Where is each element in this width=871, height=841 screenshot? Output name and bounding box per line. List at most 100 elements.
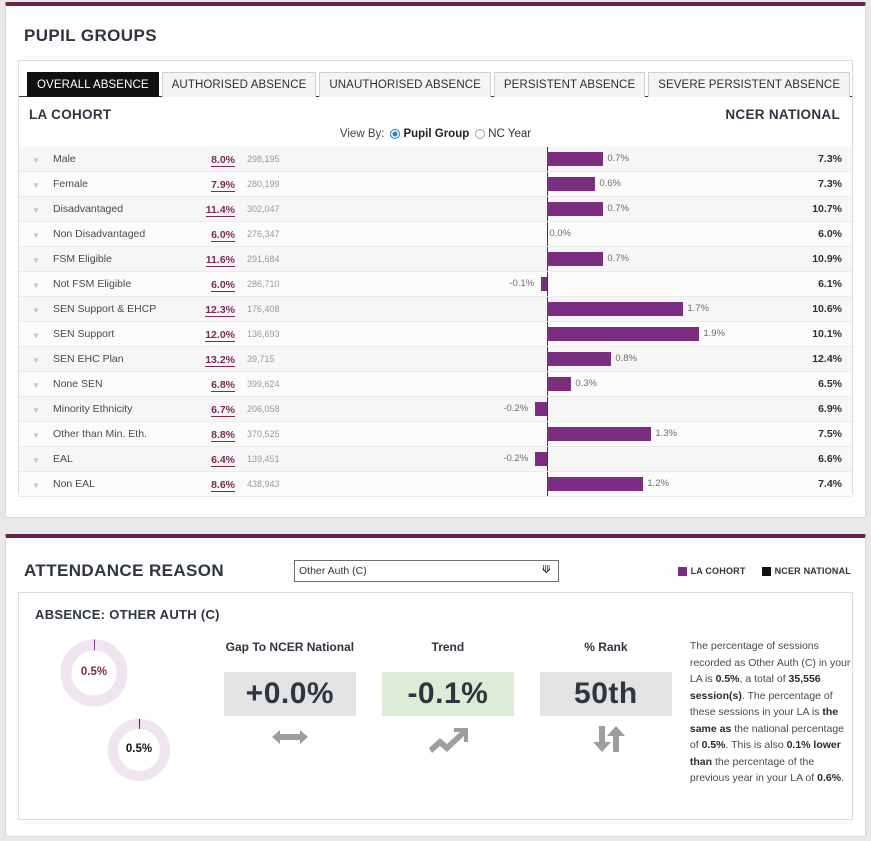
gap-bar-cell: 0.8% <box>303 346 764 372</box>
cohort-count: 136,693 <box>241 321 303 347</box>
tab-severe-persistent-absence[interactable]: SEVERE PERSISTENT ABSENCE <box>648 72 851 97</box>
la-percent-link[interactable]: 12.0% <box>205 329 235 342</box>
cohort-count: 291,684 <box>241 246 303 272</box>
la-percent-link[interactable]: 12.3% <box>205 304 235 317</box>
gap-bar-cell: -0.1% <box>303 271 764 297</box>
table-row: ▼ EAL 6.4% 139,451 -0.2% 6.6% <box>19 446 852 472</box>
tab-unauthorised-absence[interactable]: UNAUTHORISED ABSENCE <box>319 72 491 97</box>
tab-authorised-absence[interactable]: AUTHORISED ABSENCE <box>161 72 317 97</box>
la-percent-link[interactable]: 6.8% <box>211 379 235 392</box>
filter-icon[interactable]: ▼ <box>32 206 40 215</box>
la-percent-cell: 13.2% <box>183 346 241 372</box>
la-percent-cell: 12.3% <box>183 296 241 322</box>
filter-icon[interactable]: ▼ <box>32 356 40 365</box>
attendance-reason-select[interactable]: Other Auth (C) <box>294 560 559 582</box>
gap-bar-cell: 0.0% <box>303 221 764 247</box>
gap-bar-wrapper: 1.7% <box>303 297 764 321</box>
table-row: ▼ Disadvantaged 11.4% 302,047 0.7% 10.7% <box>19 196 852 222</box>
kpi-value: +0.0% <box>223 672 356 716</box>
filter-icon[interactable]: ▼ <box>32 431 40 440</box>
filter-icon[interactable]: ▼ <box>32 306 40 315</box>
gap-bar-negative <box>535 452 548 466</box>
zero-baseline <box>547 447 549 471</box>
filter-icon[interactable]: ▼ <box>32 331 40 340</box>
row-filter-cell: ▼ <box>19 171 53 197</box>
gap-bar-wrapper: 0.3% <box>303 372 764 396</box>
filter-icon[interactable]: ▼ <box>32 481 40 490</box>
cohort-count: 302,047 <box>241 196 303 222</box>
table-row: ▼ None SEN 6.8% 399,624 0.3% 6.5% <box>19 371 852 397</box>
la-percent-cell: 8.8% <box>183 421 241 447</box>
la-percent-link[interactable]: 6.0% <box>211 229 235 242</box>
la-percent-cell: 6.8% <box>183 371 241 397</box>
ncer-national-label: NCER NATIONAL <box>725 107 840 122</box>
la-percent-cell: 6.0% <box>183 271 241 297</box>
la-percent-link[interactable]: 6.7% <box>211 404 235 417</box>
la-percent-link[interactable]: 13.2% <box>205 354 235 367</box>
la-percent-link[interactable]: 8.8% <box>211 429 235 442</box>
row-filter-cell: ▼ <box>19 446 53 472</box>
gap-value-label: -0.2% <box>503 403 529 414</box>
group-name: SEN Support & EHCP <box>53 296 183 322</box>
gap-bar-wrapper: -0.1% <box>303 272 764 296</box>
la-percent-link[interactable]: 11.6% <box>205 254 235 267</box>
national-percent: 6.1% <box>764 271 852 297</box>
cohort-count: 39,715 <box>241 346 303 372</box>
filter-icon[interactable]: ▼ <box>32 156 40 165</box>
gap-bar-cell: 0.7% <box>303 196 764 222</box>
cohort-count: 399,624 <box>241 371 303 397</box>
kpi-value: 50th <box>539 672 672 716</box>
down-up-arrows-icon <box>540 724 672 756</box>
cohort-count: 280,199 <box>241 171 303 197</box>
gap-bar-wrapper: -0.2% <box>303 447 764 471</box>
narrative-p5: . This is also <box>725 739 787 751</box>
national-percent: 10.1% <box>764 321 852 347</box>
table-row: ▼ Female 7.9% 280,199 0.6% 7.3% <box>19 171 852 197</box>
la-percent-link[interactable]: 7.9% <box>211 179 235 192</box>
la-percent-link[interactable]: 8.6% <box>211 479 235 492</box>
la-percent-link[interactable]: 11.4% <box>205 204 235 217</box>
filter-icon[interactable]: ▼ <box>32 256 40 265</box>
filter-icon[interactable]: ▼ <box>32 381 40 390</box>
pupil-groups-inner-box: OVERALL ABSENCE AUTHORISED ABSENCE UNAUTHO… <box>18 60 853 497</box>
row-filter-cell: ▼ <box>19 471 53 497</box>
group-name: Disadvantaged <box>53 196 183 222</box>
national-percent: 7.4% <box>764 471 852 497</box>
gap-value-label: -0.1% <box>509 278 535 289</box>
legend-item: NCER NATIONAL <box>761 566 851 576</box>
view-by-label: View By: <box>339 128 385 140</box>
radio-nc-year[interactable]: NC Year <box>475 128 531 140</box>
gap-bar-negative <box>535 402 548 416</box>
la-percent-link[interactable]: 6.4% <box>211 454 235 467</box>
row-filter-cell: ▼ <box>19 346 53 372</box>
gap-bar-cell: 1.7% <box>303 296 764 322</box>
radio-pupil-group[interactable]: Pupil Group <box>390 128 469 140</box>
filter-icon[interactable]: ▼ <box>32 181 40 190</box>
kpi-tile: Trend -0.1% <box>381 640 514 794</box>
kpi-group: Gap To NCER National +0.0% Trend -0.1% % Ran… <box>223 634 672 794</box>
gap-bar-positive <box>547 177 596 191</box>
row-filter-cell: ▼ <box>19 246 53 272</box>
filter-icon[interactable]: ▼ <box>32 456 40 465</box>
la-percent-link[interactable]: 8.0% <box>211 154 235 167</box>
gap-bar-cell: 0.3% <box>303 371 764 397</box>
filter-icon[interactable]: ▼ <box>32 231 40 240</box>
tab-persistent-absence[interactable]: PERSISTENT ABSENCE <box>493 72 646 97</box>
gap-bar-cell: 0.7% <box>303 246 764 272</box>
row-filter-cell: ▼ <box>19 196 53 222</box>
group-name: Female <box>53 171 183 197</box>
pupil-groups-panel: PUPIL GROUPS OVERALL ABSENCE AUTHORISED A… <box>5 2 866 518</box>
la-percent-cell: 6.4% <box>183 446 241 472</box>
la-percent-link[interactable]: 6.0% <box>211 279 235 292</box>
filter-icon[interactable]: ▼ <box>32 406 40 415</box>
attendance-reason-header: ATTENDANCE REASON Other Auth (C) ⟱ LA CO… <box>6 538 865 586</box>
row-filter-cell: ▼ <box>19 371 53 397</box>
gap-bar-wrapper: 1.9% <box>303 322 764 346</box>
tab-overall-absence[interactable]: OVERALL ABSENCE <box>27 72 159 97</box>
ncer-national-donut-value: 0.5% <box>125 743 153 755</box>
filter-icon[interactable]: ▼ <box>32 281 40 290</box>
group-name: FSM Eligible <box>53 246 183 272</box>
gap-value-label: 0.0% <box>549 228 571 239</box>
series-legend: LA COHORT NCER NATIONAL <box>677 566 851 576</box>
kpi-value: -0.1% <box>381 672 514 716</box>
